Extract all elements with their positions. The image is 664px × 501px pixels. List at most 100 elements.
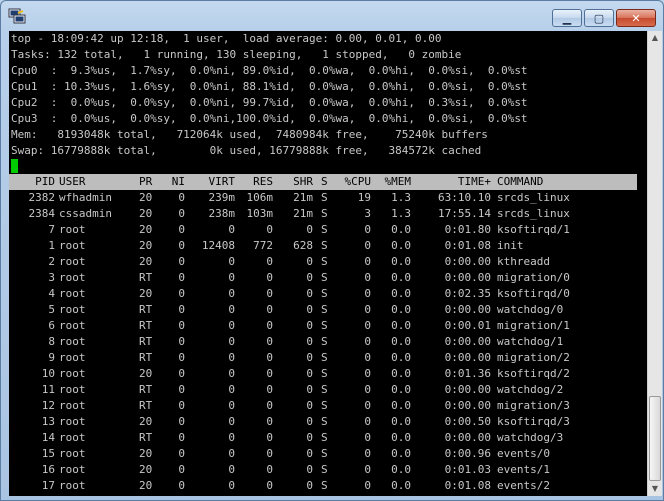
minimize-button[interactable]: ▁: [552, 9, 582, 27]
cell-shr: 0: [306, 351, 313, 364]
table-row: 1 root 20 0 12408 772 628 S 0 0.0 0:01.08 init: [9, 238, 637, 254]
cell-time: 0:01.80: [444, 223, 491, 236]
cell-command: srcds_linux: [497, 191, 570, 204]
cell-user: root: [59, 287, 86, 300]
cell-pid: 6: [48, 319, 55, 332]
cell-pid: 17: [41, 479, 55, 492]
col-mem: %MEM: [384, 175, 412, 188]
cell-mem: 0.0: [391, 351, 411, 364]
cell-res: 0: [266, 335, 273, 348]
cell-time: 0:00.00: [444, 351, 491, 364]
table-row: 13 root 20 0 0 0 0 S 0 0.0 0:00.50 ksoftirqd/3: [9, 414, 637, 430]
cell-shr: 0: [306, 447, 313, 460]
close-button[interactable]: ✕: [616, 9, 656, 27]
terminal-screen[interactable]: top - 18:09:42 up 12:18, 1 user, load av…: [9, 31, 647, 496]
cell-time: 0:01.03: [444, 463, 491, 476]
cell-ni: 0: [178, 479, 185, 492]
cell-mem: 0.0: [391, 223, 411, 236]
cell-pr: 20: [139, 223, 153, 236]
cell-command: watchdog/0: [497, 303, 564, 316]
cell-shr: 0: [306, 319, 313, 332]
cell-time: 0:02.35: [444, 287, 491, 300]
cell-command: init: [497, 239, 524, 252]
cell-pr: RT: [139, 399, 153, 412]
cell-command: ksoftirqd/1: [497, 223, 570, 236]
cell-ni: 0: [178, 335, 185, 348]
col-shr: SHR: [293, 175, 313, 188]
cell-virt: 0: [228, 255, 235, 268]
cell-pr: 20: [139, 447, 153, 460]
table-row: 2384 cssadmin 20 0 238m 103m 21m S 3 1.3 17:55.14 s…: [9, 206, 637, 222]
cell-cpu: 0: [364, 223, 371, 236]
cell-time: 0:00.96: [444, 447, 491, 460]
cell-virt: 0: [228, 303, 235, 316]
cell-ni: 0: [178, 255, 185, 268]
cell-user: root: [59, 415, 86, 428]
col-res: RES: [253, 175, 273, 188]
cell-pid: 4: [48, 287, 55, 300]
cell-state: S: [321, 399, 328, 412]
maximize-button[interactable]: ▢: [584, 9, 614, 27]
cell-pid: 7: [48, 223, 55, 236]
cell-user: root: [59, 463, 86, 476]
table-row: 15 root 20 0 0 0 0 S 0 0.0 0:00.96 events/0: [9, 446, 637, 462]
cell-command: events/2: [497, 479, 550, 492]
table-row: 9 root RT 0 0 0 0 S 0 0.0 0:00.00 migration/2: [9, 350, 637, 366]
cell-shr: 0: [306, 479, 313, 492]
cell-time: 0:00.50: [444, 415, 491, 428]
cell-command: watchdog/2: [497, 383, 564, 396]
cell-pr: 20: [139, 479, 153, 492]
cell-res: 0: [266, 367, 273, 380]
col-pr: PR: [139, 175, 153, 188]
cell-mem: 0.0: [391, 399, 411, 412]
cell-time: 0:01.08: [444, 479, 491, 492]
cell-mem: 0.0: [391, 383, 411, 396]
cell-res: 0: [266, 271, 273, 284]
cell-time: 0:00.00: [444, 255, 491, 268]
cell-cpu: 0: [364, 255, 371, 268]
cell-state: S: [321, 447, 328, 460]
putty-icon: [8, 8, 26, 24]
cell-user: cssadmin: [59, 207, 112, 220]
cell-res: 103m: [246, 207, 274, 220]
cell-mem: 1.3: [391, 207, 411, 220]
cell-time: 0:00.01: [444, 319, 491, 332]
cell-pid: 15: [41, 447, 55, 460]
cell-cpu: 0: [364, 319, 371, 332]
cell-shr: 0: [306, 431, 313, 444]
cell-cpu: 0: [364, 383, 371, 396]
cell-res: 0: [266, 319, 273, 332]
cell-virt: 0: [228, 335, 235, 348]
cell-ni: 0: [178, 191, 185, 204]
scroll-up-icon[interactable]: ▲: [648, 31, 662, 45]
cell-mem: 0.0: [391, 463, 411, 476]
cell-cpu: 0: [364, 447, 371, 460]
table-row: 2382 wfhadmin 20 0 239m 106m 21m S 19 1.3 63:10.10…: [9, 190, 637, 206]
cell-time: 17:55.14: [438, 207, 491, 220]
cell-pr: RT: [139, 351, 153, 364]
cell-user: root: [59, 255, 86, 268]
vertical-scrollbar[interactable]: ▲ ▼: [647, 31, 662, 496]
cell-mem: 0.0: [391, 367, 411, 380]
table-row: 3 root RT 0 0 0 0 S 0 0.0 0:00.00 migration/0: [9, 270, 637, 286]
cell-virt: 0: [228, 447, 235, 460]
cell-ni: 0: [178, 415, 185, 428]
cell-cpu: 3: [364, 207, 371, 220]
scroll-thumb[interactable]: [649, 396, 661, 481]
cell-pr: 20: [139, 191, 153, 204]
cell-res: 0: [266, 223, 273, 236]
cell-cpu: 0: [364, 415, 371, 428]
cell-pr: 20: [139, 287, 153, 300]
cell-user: root: [59, 367, 86, 380]
table-row: 11 root RT 0 0 0 0 S 0 0.0 0:00.00 watchdog/2: [9, 382, 637, 398]
cell-res: 0: [266, 287, 273, 300]
cell-cpu: 0: [364, 463, 371, 476]
cell-user: root: [59, 303, 86, 316]
title-bar[interactable]: ▁ ▢ ✕: [1, 1, 663, 31]
cell-virt: 0: [228, 287, 235, 300]
terminal-window: ▁ ▢ ✕ top - 18:09:42 up 12:18, 1 user, l…: [0, 0, 664, 501]
cell-virt: 0: [228, 415, 235, 428]
scroll-down-icon[interactable]: ▼: [648, 482, 662, 496]
table-row: 16 root 20 0 0 0 0 S 0 0.0 0:01.03 events/1: [9, 462, 637, 478]
cell-command: migration/1: [497, 319, 570, 332]
